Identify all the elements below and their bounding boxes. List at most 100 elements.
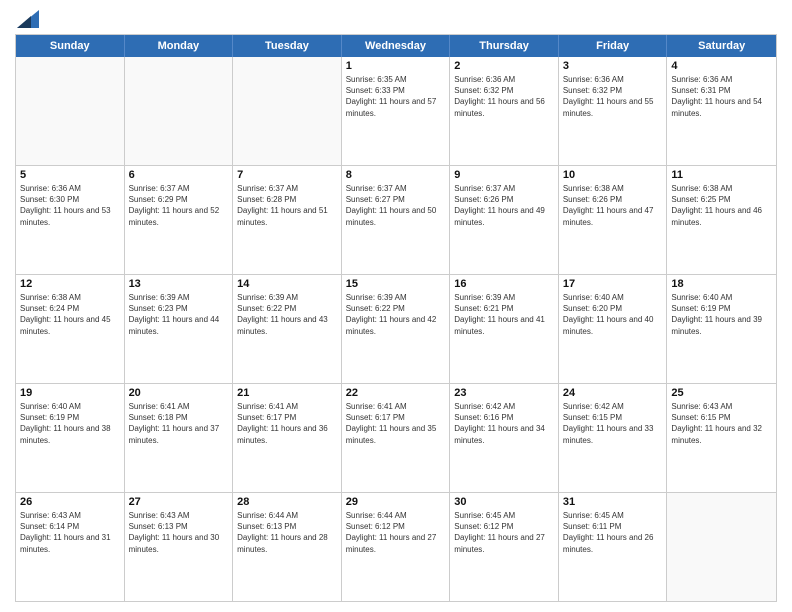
calendar-cell: 12 Sunrise: 6:38 AM Sunset: 6:24 PM Dayli… [16,275,125,383]
day-number: 14 [237,278,337,290]
day-number: 23 [454,387,554,399]
day-number: 30 [454,496,554,508]
calendar-cell: 3Sunrise: 6:36 AM Sunset: 6:32 PM Daylig… [559,57,668,165]
cell-info: Sunrise: 6:39 AM Sunset: 6:22 PM Dayligh… [237,292,337,337]
header-day-wednesday: Wednesday [342,35,451,57]
logo [15,10,39,28]
cell-info: Sunrise: 6:39 AM Sunset: 6:21 PM Dayligh… [454,292,554,337]
calendar-cell: 2 Sunrise: 6:36 AM Sunset: 6:32 PM Daylig… [450,57,559,165]
cell-info: Sunrise: 6:37 AM Sunset: 6:29 PM Dayligh… [129,183,229,228]
day-number: 12 [20,278,120,290]
cell-info: Sunrise: 6:37 AM Sunset: 6:28 PM Dayligh… [237,183,337,228]
day-number: 25 [671,387,772,399]
day-number: 1 [346,60,446,72]
calendar-cell: 18Sunrise: 6:40 AM Sunset: 6:19 PM Dayli… [667,275,776,383]
header [15,10,777,28]
day-number: 2 [454,60,554,72]
day-number: 28 [237,496,337,508]
calendar-week-4: 19 Sunrise: 6:40 AM Sunset: 6:19 PM Dayli… [16,384,776,493]
cell-info: Sunrise: 6:44 AM Sunset: 6:12 PM Dayligh… [346,510,446,555]
calendar-cell [125,57,234,165]
calendar-cell: 20 Sunrise: 6:41 AM Sunset: 6:18 PM Dayli… [125,384,234,492]
day-number: 19 [20,387,120,399]
calendar-cell: 25 Sunrise: 6:43 AM Sunset: 6:15 PM Dayli… [667,384,776,492]
calendar-cell: 1 Sunrise: 6:35 AM Sunset: 6:33 PM Daylig… [342,57,451,165]
logo-icon [17,10,39,28]
day-number: 18 [671,278,772,290]
day-number: 10 [563,169,663,181]
cell-info: Sunrise: 6:41 AM Sunset: 6:17 PM Dayligh… [346,401,446,446]
cell-info: Sunrise: 6:39 AM Sunset: 6:22 PM Dayligh… [346,292,446,337]
header-day-tuesday: Tuesday [233,35,342,57]
day-number: 26 [20,496,120,508]
calendar-cell: 14 Sunrise: 6:39 AM Sunset: 6:22 PM Dayli… [233,275,342,383]
cell-info: Sunrise: 6:41 AM Sunset: 6:17 PM Dayligh… [237,401,337,446]
calendar-cell: 15 Sunrise: 6:39 AM Sunset: 6:22 PM Dayli… [342,275,451,383]
day-number: 9 [454,169,554,181]
cell-info: Sunrise: 6:43 AM Sunset: 6:15 PM Dayligh… [671,401,772,446]
calendar-cell: 23 Sunrise: 6:42 AM Sunset: 6:16 PM Dayli… [450,384,559,492]
cell-info: Sunrise: 6:35 AM Sunset: 6:33 PM Dayligh… [346,74,446,119]
day-number: 20 [129,387,229,399]
calendar-cell: 27 Sunrise: 6:43 AM Sunset: 6:13 PM Dayli… [125,493,234,601]
day-number: 6 [129,169,229,181]
cell-info: Sunrise: 6:39 AM Sunset: 6:23 PM Dayligh… [129,292,229,337]
page: SundayMondayTuesdayWednesdayThursdayFrid… [0,0,792,612]
calendar-cell [16,57,125,165]
header-day-friday: Friday [559,35,668,57]
cell-info: Sunrise: 6:38 AM Sunset: 6:24 PM Dayligh… [20,292,120,337]
cell-info: Sunrise: 6:45 AM Sunset: 6:12 PM Dayligh… [454,510,554,555]
cell-info: Sunrise: 6:36 AM Sunset: 6:32 PM Dayligh… [454,74,554,119]
calendar-cell [667,493,776,601]
calendar-cell: 11Sunrise: 6:38 AM Sunset: 6:25 PM Dayli… [667,166,776,274]
header-day-monday: Monday [125,35,234,57]
calendar-cell: 16 Sunrise: 6:39 AM Sunset: 6:21 PM Dayli… [450,275,559,383]
cell-info: Sunrise: 6:43 AM Sunset: 6:13 PM Dayligh… [129,510,229,555]
day-number: 16 [454,278,554,290]
calendar-cell: 26 Sunrise: 6:43 AM Sunset: 6:14 PM Dayli… [16,493,125,601]
cell-info: Sunrise: 6:37 AM Sunset: 6:26 PM Dayligh… [454,183,554,228]
cell-info: Sunrise: 6:36 AM Sunset: 6:31 PM Dayligh… [671,74,772,119]
calendar-cell: 31 Sunrise: 6:45 AM Sunset: 6:11 PM Dayli… [559,493,668,601]
calendar-cell: 19 Sunrise: 6:40 AM Sunset: 6:19 PM Dayli… [16,384,125,492]
calendar-cell: 4 Sunrise: 6:36 AM Sunset: 6:31 PM Daylig… [667,57,776,165]
cell-info: Sunrise: 6:38 AM Sunset: 6:25 PM Dayligh… [671,183,772,228]
calendar-cell: 30 Sunrise: 6:45 AM Sunset: 6:12 PM Dayli… [450,493,559,601]
day-number: 21 [237,387,337,399]
header-day-thursday: Thursday [450,35,559,57]
cell-info: Sunrise: 6:41 AM Sunset: 6:18 PM Dayligh… [129,401,229,446]
calendar-header: SundayMondayTuesdayWednesdayThursdayFrid… [16,35,776,57]
cell-info: Sunrise: 6:36 AM Sunset: 6:30 PM Dayligh… [20,183,120,228]
day-number: 17 [563,278,663,290]
cell-info: Sunrise: 6:42 AM Sunset: 6:15 PM Dayligh… [563,401,663,446]
calendar-cell: 28 Sunrise: 6:44 AM Sunset: 6:13 PM Dayli… [233,493,342,601]
day-number: 27 [129,496,229,508]
day-number: 7 [237,169,337,181]
calendar-week-1: 1 Sunrise: 6:35 AM Sunset: 6:33 PM Daylig… [16,57,776,166]
calendar-cell: 5Sunrise: 6:36 AM Sunset: 6:30 PM Daylig… [16,166,125,274]
day-number: 8 [346,169,446,181]
cell-info: Sunrise: 6:44 AM Sunset: 6:13 PM Dayligh… [237,510,337,555]
calendar-cell: 8 Sunrise: 6:37 AM Sunset: 6:27 PM Daylig… [342,166,451,274]
calendar-cell: 29Sunrise: 6:44 AM Sunset: 6:12 PM Dayli… [342,493,451,601]
day-number: 3 [563,60,663,72]
day-number: 4 [671,60,772,72]
cell-info: Sunrise: 6:40 AM Sunset: 6:19 PM Dayligh… [20,401,120,446]
calendar: SundayMondayTuesdayWednesdayThursdayFrid… [15,34,777,602]
cell-info: Sunrise: 6:43 AM Sunset: 6:14 PM Dayligh… [20,510,120,555]
cell-info: Sunrise: 6:42 AM Sunset: 6:16 PM Dayligh… [454,401,554,446]
cell-info: Sunrise: 6:38 AM Sunset: 6:26 PM Dayligh… [563,183,663,228]
cell-info: Sunrise: 6:40 AM Sunset: 6:20 PM Dayligh… [563,292,663,337]
calendar-cell: 9 Sunrise: 6:37 AM Sunset: 6:26 PM Daylig… [450,166,559,274]
calendar-week-3: 12 Sunrise: 6:38 AM Sunset: 6:24 PM Dayli… [16,275,776,384]
day-number: 31 [563,496,663,508]
calendar-body: 1 Sunrise: 6:35 AM Sunset: 6:33 PM Daylig… [16,57,776,601]
day-number: 24 [563,387,663,399]
day-number: 15 [346,278,446,290]
day-number: 22 [346,387,446,399]
day-number: 13 [129,278,229,290]
cell-info: Sunrise: 6:45 AM Sunset: 6:11 PM Dayligh… [563,510,663,555]
calendar-cell: 24 Sunrise: 6:42 AM Sunset: 6:15 PM Dayli… [559,384,668,492]
calendar-cell: 22 Sunrise: 6:41 AM Sunset: 6:17 PM Dayli… [342,384,451,492]
cell-info: Sunrise: 6:37 AM Sunset: 6:27 PM Dayligh… [346,183,446,228]
